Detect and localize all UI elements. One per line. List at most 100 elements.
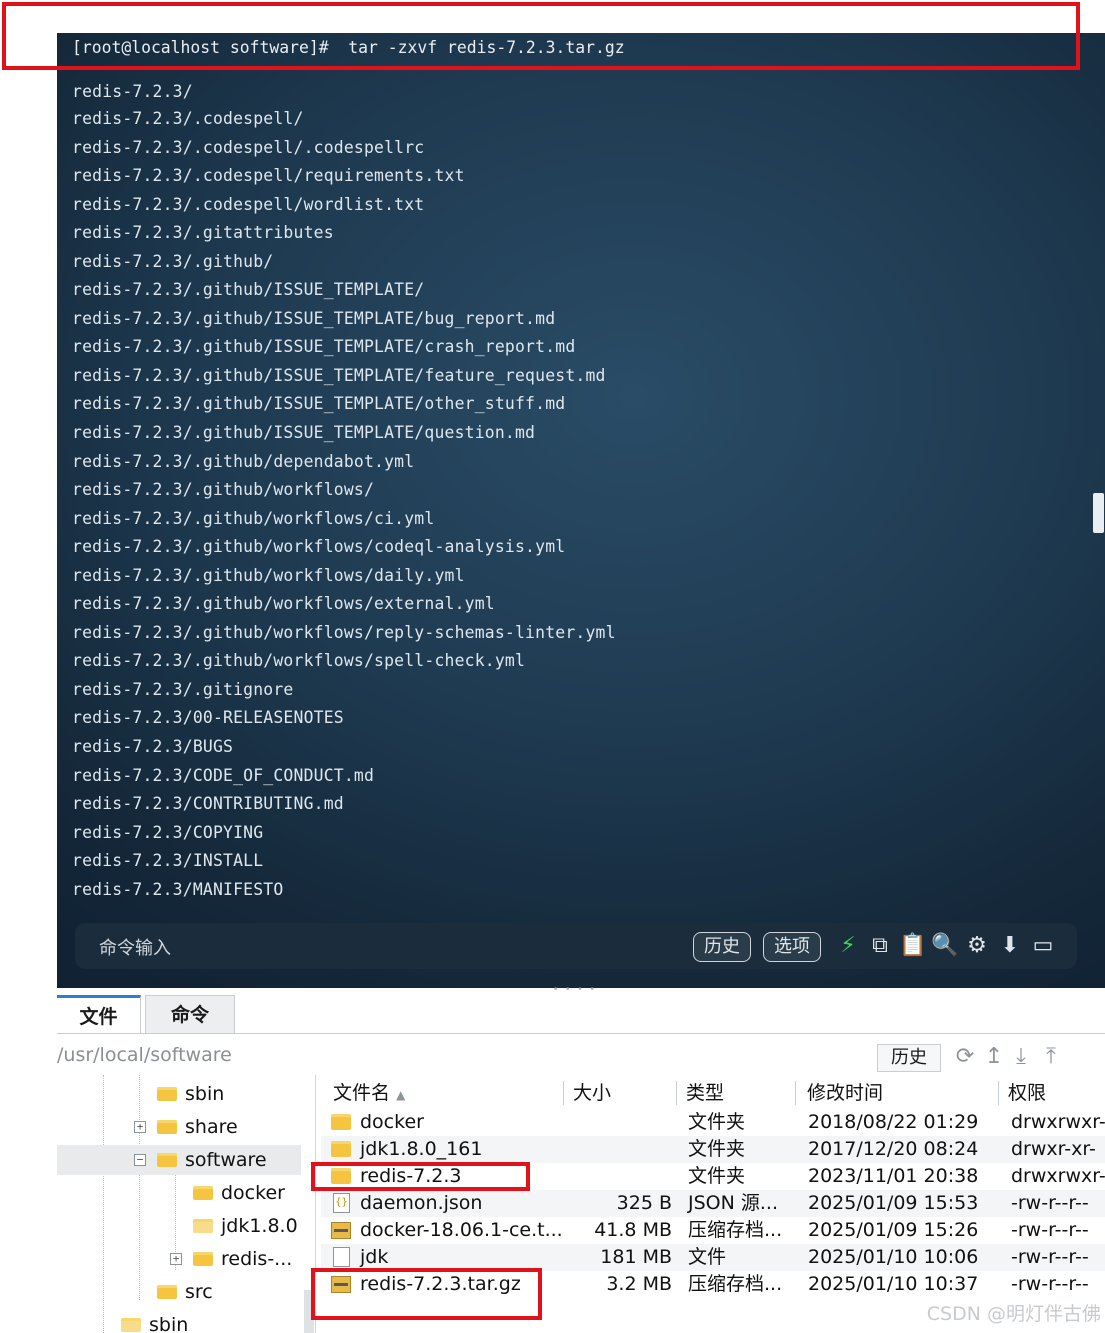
file-permissions: drwxrwxr- <box>1011 1165 1105 1187</box>
archive-icon <box>331 1222 351 1239</box>
file-modified: 2018/08/22 01:29 <box>808 1111 979 1133</box>
file-size: 41.8 MB <box>594 1219 672 1241</box>
terminal-line: redis-7.2.3/.github/workflows/ <box>72 480 375 500</box>
copy-icon[interactable]: ⧉ <box>867 932 893 960</box>
file-permissions: -rw-r--r-- <box>1011 1273 1089 1295</box>
path-history-button[interactable]: 历史 <box>877 1044 941 1072</box>
paste-icon[interactable]: 📋 <box>899 932 926 960</box>
terminal-scrollbar[interactable] <box>1093 493 1104 533</box>
file-permissions: drwxrwxr- <box>1011 1111 1105 1133</box>
terminal-line: redis-7.2.3/.github/ <box>72 251 274 271</box>
file-row[interactable]: jdk 181 MB 文件 2025/01/10 10:06 -rw-r--r-- <box>321 1244 1105 1271</box>
file-row[interactable]: jdk1.8.0_161 文件夹 2017/12/20 08:24 drwxr-xr- <box>321 1136 1105 1163</box>
tab-files[interactable]: 文件 <box>57 995 141 1033</box>
file-permissions: -rw-r--r-- <box>1011 1192 1089 1214</box>
terminal-line: redis-7.2.3/.github/workflows/external.y… <box>72 594 495 614</box>
terminal-line: redis-7.2.3/.github/workflows/ci.yml <box>72 508 435 528</box>
terminal-line: redis-7.2.3/.codespell/wordlist.txt <box>72 194 425 214</box>
expand-icon[interactable]: + <box>134 1121 146 1133</box>
terminal-line: redis-7.2.3/00-RELEASENOTES <box>72 708 344 728</box>
terminal-line: redis-7.2.3/.github/dependabot.yml <box>72 451 415 471</box>
tree-item-share[interactable]: + share <box>57 1112 301 1142</box>
file-size: 3.2 MB <box>606 1273 672 1295</box>
file-name: jdk1.8.0_161 <box>360 1138 483 1160</box>
terminal-line: redis-7.2.3/.github/ISSUE_TEMPLATE/bug_r… <box>72 308 556 328</box>
folder-icon <box>121 1317 141 1332</box>
file-row[interactable]: {} daemon.json 325 B JSON 源... 2025/01/09 15… <box>321 1190 1105 1217</box>
column-header-size[interactable]: 大小 <box>573 1078 611 1108</box>
column-header-type[interactable]: 类型 <box>686 1078 724 1108</box>
file-modified: 2025/01/10 10:06 <box>808 1246 979 1268</box>
window-icon[interactable]: ▭ <box>1030 932 1056 960</box>
file-name: docker-18.06.1-ce.t... <box>360 1219 563 1241</box>
terminal-line: redis-7.2.3/.codespell/.codespellrc <box>72 137 425 157</box>
file-type: 文件夹 <box>688 1138 746 1160</box>
command-history-button[interactable]: 历史 <box>693 932 751 962</box>
tab-commands[interactable]: 命令 <box>145 995 235 1033</box>
tree-item-software[interactable]: − software <box>57 1145 301 1175</box>
lightning-icon[interactable]: ⚡ <box>835 932 861 960</box>
file-type: JSON 源... <box>688 1192 778 1214</box>
search-icon[interactable]: 🔍 <box>931 932 958 960</box>
terminal-line: redis-7.2.3/.gitattributes <box>72 223 334 243</box>
path-bar: /usr/local/software 历史 ⟳ ↥ ⤓ ⤒ <box>57 1043 1105 1073</box>
highlight-box-command <box>2 2 1080 70</box>
column-header-permissions[interactable]: 权限 <box>1008 1078 1046 1108</box>
file-name: docker <box>360 1111 424 1133</box>
highlight-box-redis-archive <box>311 1268 542 1320</box>
command-input-placeholder[interactable]: 命令输入 <box>99 934 171 960</box>
file-modified: 2025/01/09 15:53 <box>808 1192 979 1214</box>
folder-icon <box>193 1218 213 1233</box>
up-icon[interactable]: ↥ <box>982 1043 1006 1071</box>
terminal-line: redis-7.2.3/.github/workflows/spell-chec… <box>72 651 526 671</box>
gear-icon[interactable]: ⚙ <box>964 932 990 960</box>
file-permissions: -rw-r--r-- <box>1011 1246 1089 1268</box>
watermark: CSDN @明灯伴古佛 <box>926 1303 1101 1325</box>
tree-item-sbin-root[interactable]: sbin <box>57 1310 301 1333</box>
terminal-line: redis-7.2.3/.gitignore <box>72 679 294 699</box>
terminal-line: redis-7.2.3/.github/ISSUE_TEMPLATE/crash… <box>72 337 576 357</box>
column-header-name[interactable]: 文件名 ▲ <box>333 1078 405 1108</box>
terminal-line: redis-7.2.3/.github/ISSUE_TEMPLATE/other… <box>72 394 566 414</box>
json-icon: {} <box>333 1193 350 1213</box>
file-row[interactable]: docker-18.06.1-ce.t... 41.8 MB 压缩存档... 2025… <box>321 1217 1105 1244</box>
file-type: 文件夹 <box>688 1165 746 1187</box>
current-path[interactable]: /usr/local/software <box>57 1044 232 1066</box>
folder-icon <box>157 1152 177 1167</box>
file-row[interactable]: docker 文件夹 2018/08/22 01:29 drwxrwxr- <box>321 1109 1105 1136</box>
file-name: jdk <box>360 1246 389 1268</box>
expand-icon[interactable]: + <box>170 1253 182 1265</box>
file-modified: 2017/12/20 08:24 <box>808 1138 979 1160</box>
tree-item-sbin[interactable]: sbin <box>57 1079 301 1109</box>
terminal-line: redis-7.2.3/.codespell/requirements.txt <box>72 166 465 186</box>
terminal-line: redis-7.2.3/BUGS <box>72 737 234 757</box>
terminal-line: redis-7.2.3/.github/workflows/reply-sche… <box>72 622 616 642</box>
terminal-line: redis-7.2.3/MANIFESTO <box>72 879 284 899</box>
tree-item-jdk[interactable]: jdk1.8.0 <box>57 1211 301 1241</box>
column-header-modified[interactable]: 修改时间 <box>807 1078 883 1108</box>
tree-item-redis[interactable]: + redis-... <box>57 1244 301 1274</box>
terminal-panel[interactable]: [root@localhost software]# tar -zxvf red… <box>57 33 1105 988</box>
tree-item-src[interactable]: src <box>57 1277 301 1307</box>
file-type: 压缩存档... <box>688 1219 783 1241</box>
terminal-line: redis-7.2.3/.github/ISSUE_TEMPLATE/ <box>72 280 425 300</box>
tree-item-docker[interactable]: docker <box>57 1178 301 1208</box>
folder-icon <box>193 1185 213 1200</box>
command-input-bar[interactable]: 命令输入 历史 选项 ⚡ ⧉ 📋 🔍 ⚙ ⬇ ▭ <box>75 923 1077 969</box>
file-type: 文件 <box>688 1246 727 1268</box>
refresh-icon[interactable]: ⟳ <box>953 1043 977 1071</box>
folder-icon <box>331 1114 351 1130</box>
command-options-button[interactable]: 选项 <box>763 932 821 962</box>
upload-icon[interactable]: ⤒ <box>1039 1043 1063 1071</box>
arrow-down-icon[interactable]: ⬇ <box>997 932 1023 960</box>
file-name: daemon.json <box>360 1192 483 1214</box>
collapse-icon[interactable]: − <box>134 1154 146 1166</box>
file-permissions: drwxr-xr- <box>1011 1138 1096 1160</box>
folder-icon <box>193 1251 213 1266</box>
download-icon[interactable]: ⤓ <box>1009 1043 1033 1071</box>
terminal-output: redis-7.2.3/redis-7.2.3/.codespell/redis… <box>72 82 616 904</box>
file-type: 压缩存档... <box>688 1273 783 1295</box>
tab-bar: 文件 命令 <box>57 993 1105 1034</box>
file-size: 325 B <box>616 1192 672 1214</box>
folder-icon <box>331 1141 351 1157</box>
